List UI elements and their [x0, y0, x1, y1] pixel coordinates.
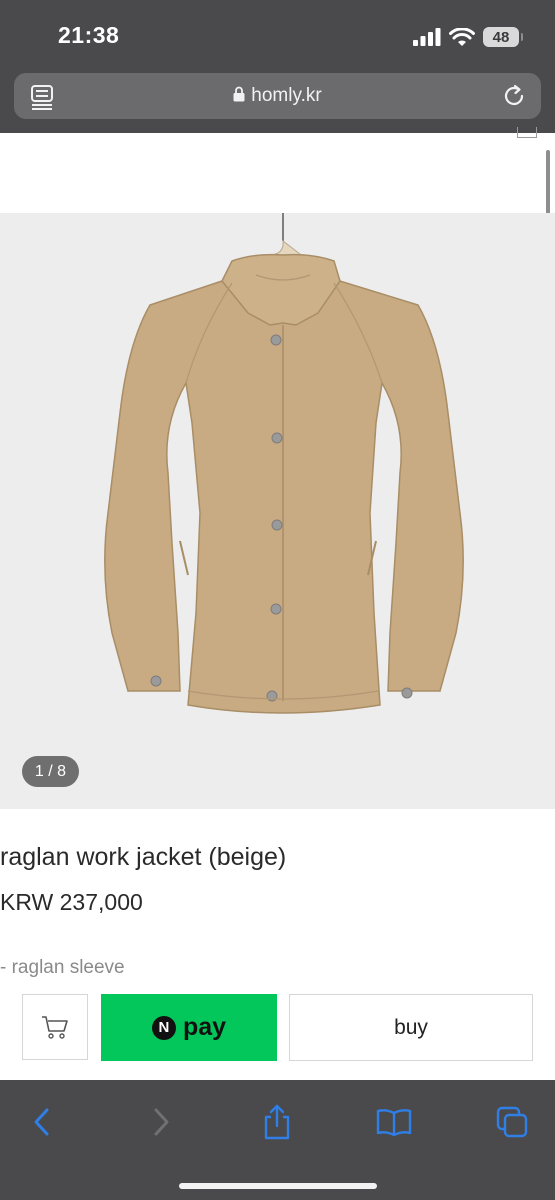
lock-icon: [233, 86, 245, 102]
product-title: raglan work jacket (beige): [0, 843, 287, 871]
npay-label: pay: [182, 1013, 227, 1041]
back-icon: [34, 1108, 49, 1136]
browser-toolbar: [0, 1080, 555, 1200]
forward-icon: [154, 1108, 169, 1136]
wifi-icon: [449, 27, 475, 46]
cart-icon: [42, 1016, 68, 1039]
page-header-area: [0, 133, 555, 213]
home-indicator: [179, 1183, 377, 1189]
add-to-cart-button[interactable]: [22, 994, 88, 1060]
forward-button[interactable]: [141, 1102, 181, 1142]
product-description: - raglan sleeve: [0, 957, 125, 978]
status-time: 21:38: [58, 22, 120, 48]
npay-logo: N: [151, 1015, 176, 1040]
product-price: KRW 237,000: [0, 889, 143, 915]
url-bar[interactable]: homly.kr: [14, 73, 541, 119]
image-counter: 1 / 8: [22, 756, 79, 787]
top-browser-chrome: 21:38 48 homly.kr: [0, 0, 555, 133]
bookmarks-icon: [376, 1109, 412, 1136]
battery-indicator: 48: [483, 27, 523, 47]
url-text: homly.kr: [251, 85, 322, 106]
signal-icon: [413, 28, 441, 46]
bookmarks-button[interactable]: [374, 1102, 414, 1142]
header-corner-icon[interactable]: [517, 127, 537, 138]
status-icons: 48: [413, 24, 523, 50]
reload-icon[interactable]: [501, 83, 527, 109]
tabs-icon: [496, 1106, 528, 1138]
url-display[interactable]: homly.kr: [14, 85, 541, 107]
jacket-photo: [104, 213, 464, 714]
product-image[interactable]: [0, 213, 555, 809]
npay-button[interactable]: N pay: [101, 994, 277, 1061]
share-icon: [264, 1104, 290, 1140]
share-button[interactable]: [257, 1102, 297, 1142]
tabs-button[interactable]: [492, 1102, 532, 1142]
buy-button[interactable]: buy: [289, 994, 533, 1061]
back-button[interactable]: [22, 1102, 62, 1142]
purchase-bar: N pay buy: [0, 980, 555, 1080]
